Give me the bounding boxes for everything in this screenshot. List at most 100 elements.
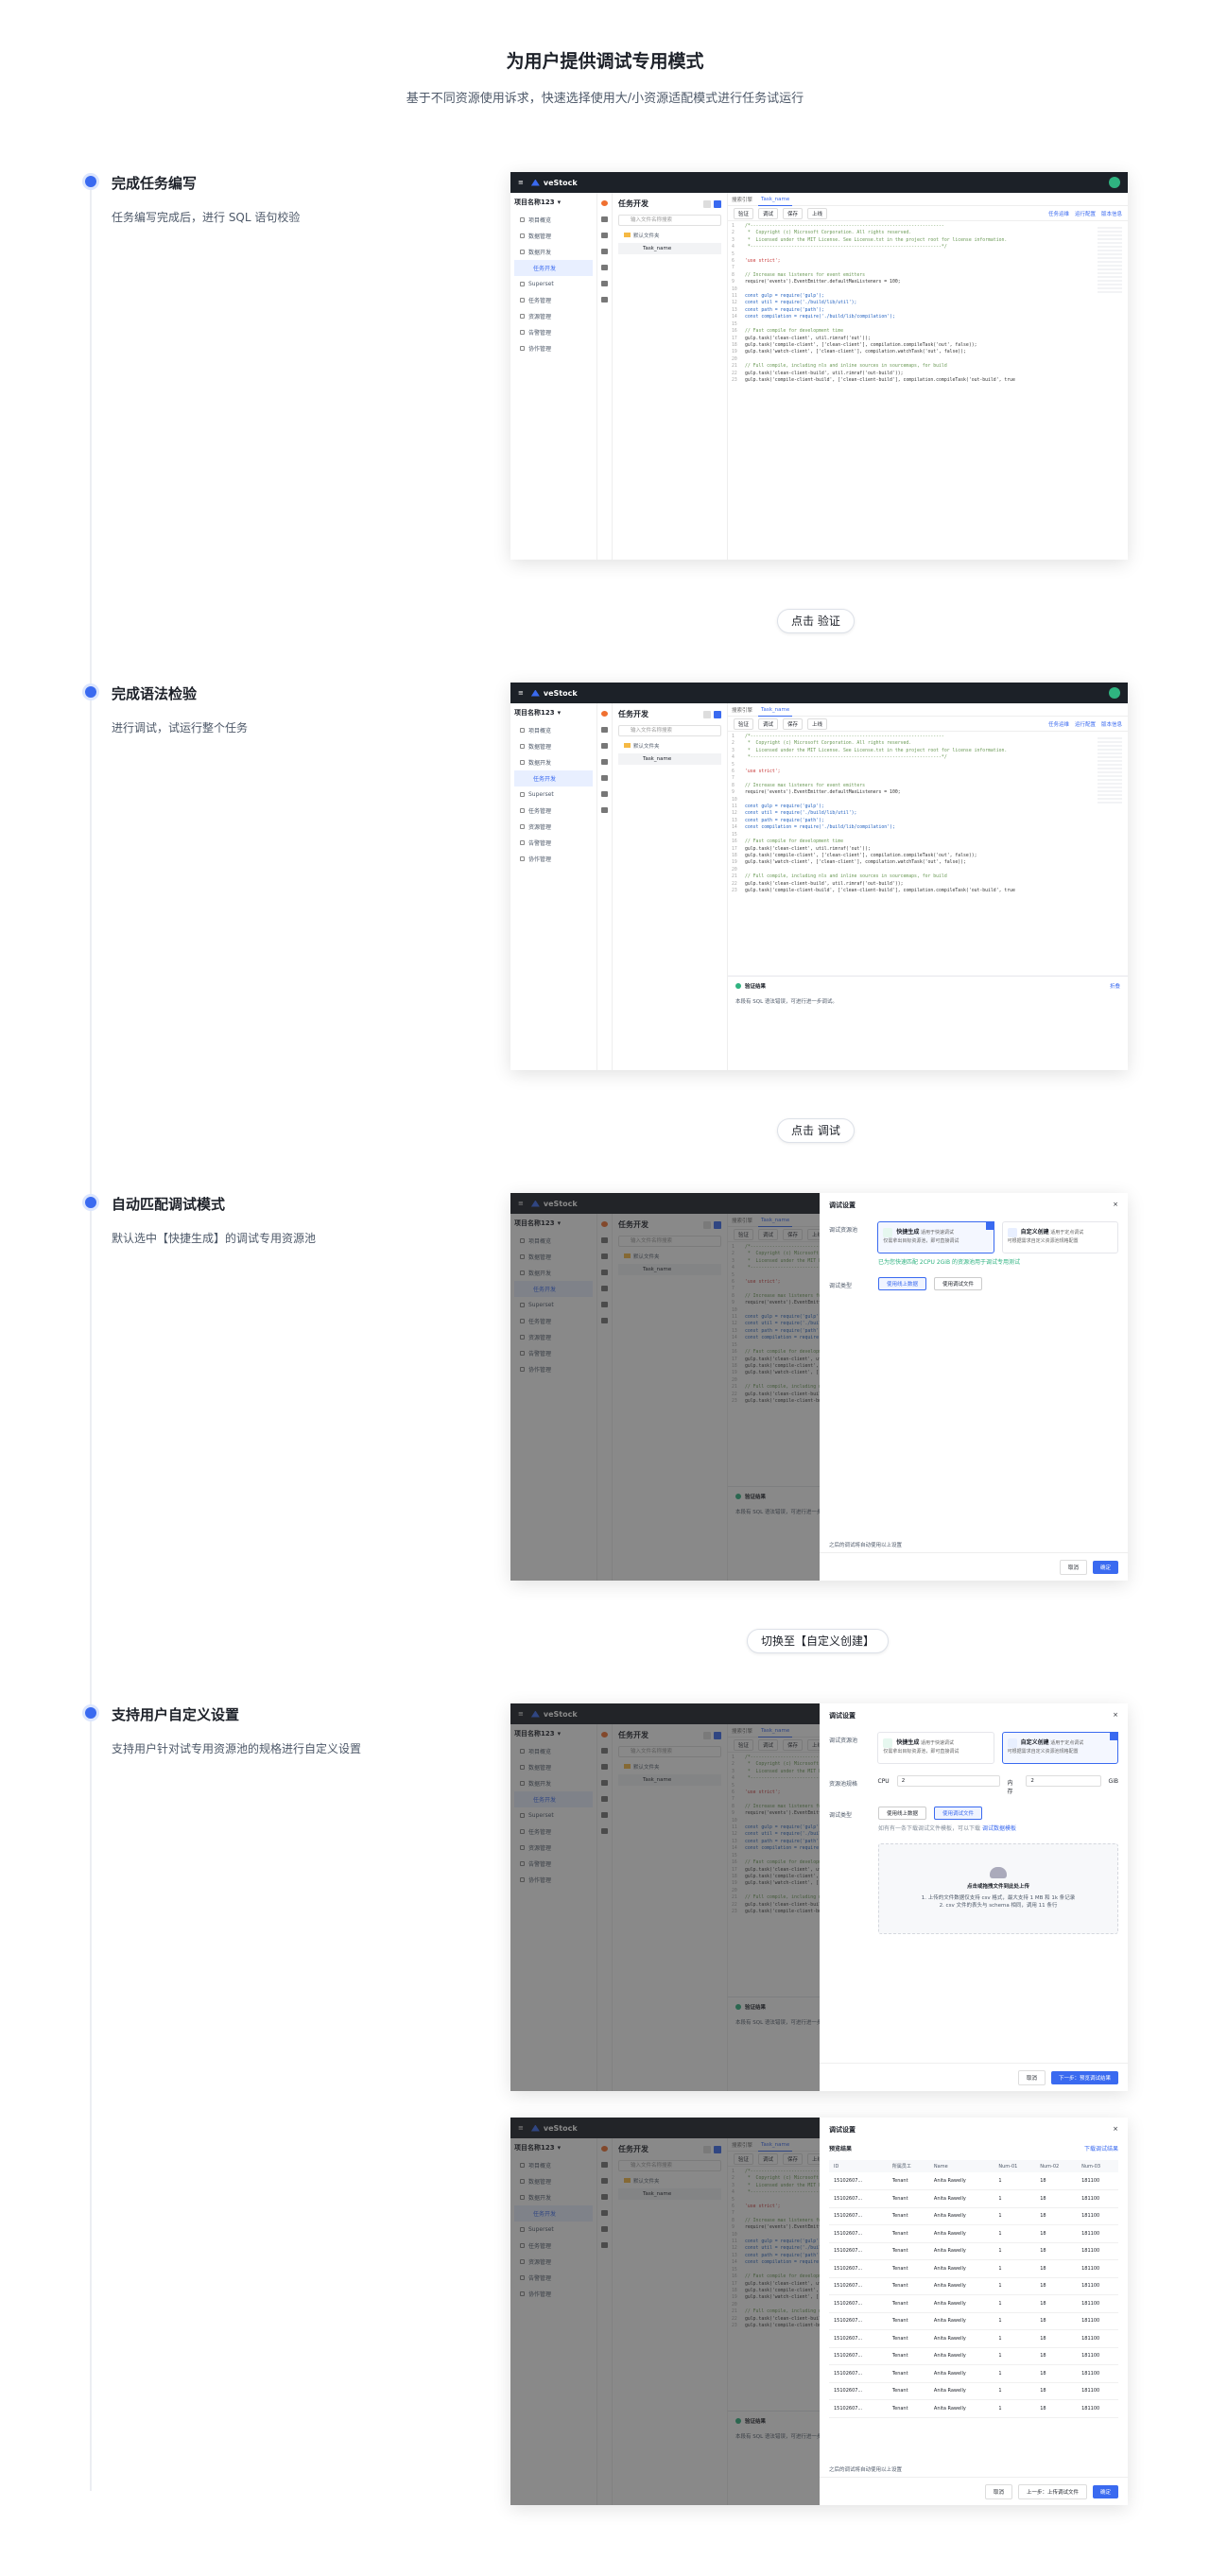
quick-card[interactable]: 快捷生成 适用于快速调试 仅需拿出目标资源池，即可直接调试 (877, 1221, 995, 1253)
code-line: 21 // Full compile, including nls and inl… (732, 363, 1090, 370)
function-icon[interactable] (601, 249, 608, 254)
download-button[interactable]: 下载调试结果 (1084, 2144, 1118, 2152)
type-online-button[interactable]: 使用线上数据 (878, 1277, 927, 1290)
add-icon[interactable] (714, 710, 721, 718)
upload-area[interactable]: 点击或拖拽文件到此处上传 1. 上传的文件数据仅支持 csv 格式，最大支持 1 … (878, 1843, 1118, 1934)
menu-icon[interactable]: ≡ (518, 689, 524, 697)
table-icon[interactable] (601, 233, 608, 238)
nav-item[interactable]: 资源管理 (514, 308, 593, 324)
type-file-button[interactable]: 使用调试文件 (934, 1807, 983, 1820)
code-line: 22 gulp.task('clean-client-build', util.r… (732, 881, 1090, 888)
nav-item[interactable]: 项目概览 (514, 212, 593, 228)
code-editor[interactable]: 1 /*-------------------------------------… (732, 734, 1090, 894)
close-icon[interactable]: × (1113, 1711, 1118, 1720)
code-editor[interactable]: 1 /*-------------------------------------… (732, 223, 1090, 384)
folder-icon[interactable] (601, 727, 608, 733)
toolbar-button[interactable]: 上线 (807, 207, 828, 219)
tab-task[interactable]: Task_name (758, 193, 793, 206)
custom-card[interactable]: 自定义创建 适用于定点调试 可根据需求自定义资源池规格配置 (1001, 1221, 1118, 1253)
toolbar-link[interactable]: 运行配置 (1075, 720, 1096, 728)
nav-item[interactable]: 任务管理 (514, 803, 593, 819)
nav-item[interactable]: Superset (514, 276, 593, 292)
avatar[interactable] (1109, 687, 1120, 699)
cpu-input[interactable]: 2 (896, 1775, 1000, 1787)
toolbar-link[interactable]: 版本信息 (1101, 210, 1122, 217)
tab-task[interactable]: Task_name (758, 703, 793, 717)
table-icon[interactable] (601, 743, 608, 749)
confirm-button[interactable]: 确定 (1092, 2484, 1118, 2498)
editor-toolbar: 验证调试保存上线 任务运维运行配置版本信息 (728, 717, 1128, 732)
toolbar-link[interactable]: 版本信息 (1101, 720, 1122, 728)
toolbar-button[interactable]: 上线 (807, 717, 828, 730)
nav-item[interactable]: 项目概览 (514, 722, 593, 738)
confirm-button[interactable]: 确定 (1092, 1560, 1118, 1574)
nav-item[interactable]: 数据开发 (514, 754, 593, 770)
nav-label: Superset (528, 791, 554, 798)
toolbar-button[interactable]: 保存 (783, 207, 804, 219)
next-button[interactable]: 下一步：预览调试结果 (1050, 2070, 1118, 2084)
filter-icon[interactable] (703, 710, 711, 718)
folder-icon[interactable] (601, 216, 608, 222)
tab-engine[interactable]: 搜索引擎 (732, 706, 752, 714)
tree-file[interactable]: Task_name (618, 753, 721, 765)
project-selector[interactable]: 项目名称123▾ (514, 708, 593, 717)
nav-item[interactable]: 告警管理 (514, 324, 593, 340)
toolbar-link[interactable]: 任务运维 (1048, 210, 1069, 217)
nav-item[interactable]: 任务开发 (514, 770, 593, 787)
nav-item[interactable]: 资源管理 (514, 819, 593, 835)
close-icon[interactable]: × (1113, 1201, 1118, 1210)
cancel-button[interactable]: 取消 (1059, 1559, 1087, 1575)
task-icon[interactable] (601, 200, 608, 206)
table-cell: 181100 (1077, 2189, 1118, 2208)
toolbar-button[interactable]: 调试 (758, 207, 779, 219)
prev-button[interactable]: 上一步：上传调试文件 (1017, 2483, 1087, 2499)
toolbar-button[interactable]: 保存 (783, 717, 804, 730)
tree-folder[interactable]: 默认文件夹 (618, 742, 721, 750)
tab-engine[interactable]: 搜索引擎 (732, 196, 752, 203)
menu-icon[interactable]: ≡ (518, 179, 524, 186)
function-icon[interactable] (601, 759, 608, 765)
nav-item[interactable]: Superset (514, 787, 593, 803)
cancel-button[interactable]: 取消 (984, 2483, 1012, 2499)
cloud-icon[interactable] (601, 775, 608, 781)
tool-icon[interactable] (601, 297, 608, 303)
tree-folder[interactable]: 默认文件夹 (618, 232, 721, 239)
nav-item[interactable]: 协作管理 (514, 851, 593, 867)
nav-item[interactable]: 数据管理 (514, 738, 593, 754)
app-screenshot: ≡veStock 项目名称123▾项目概览数据管理数据开发任务开发Superse… (510, 2118, 1128, 2505)
toolbar-link[interactable]: 任务运维 (1048, 720, 1069, 728)
nav-label: 数据管理 (528, 744, 552, 751)
project-selector[interactable]: 项目名称123▾ (514, 198, 593, 207)
cloud-icon[interactable] (601, 265, 608, 270)
settings-icon[interactable] (601, 791, 608, 797)
tool-icon[interactable] (601, 807, 608, 813)
toolbar-button[interactable]: 调试 (758, 717, 779, 730)
nav-item[interactable]: 数据开发 (514, 244, 593, 260)
type-file-button[interactable]: 使用调试文件 (934, 1277, 983, 1290)
table-cell: Tenant (887, 2364, 929, 2383)
nav-item[interactable]: 任务管理 (514, 292, 593, 308)
toolbar-button[interactable]: 验证 (734, 207, 754, 219)
search-input[interactable]: 输入文件名称搜索 (618, 215, 721, 226)
search-input[interactable]: 输入文件名称搜索 (618, 725, 721, 736)
custom-card[interactable]: 自定义创建 适用于定点调试 可根据需求自定义资源池规格配置 (1001, 1732, 1119, 1764)
add-icon[interactable] (714, 199, 721, 208)
collapse-button[interactable]: 折叠 (1110, 982, 1120, 990)
avatar[interactable] (1109, 177, 1120, 188)
nav-item[interactable]: 任务开发 (514, 260, 593, 276)
close-icon[interactable]: × (1113, 2125, 1118, 2135)
template-link[interactable]: 调试数据模板 (982, 1825, 1016, 1832)
mem-input[interactable]: 2 (1026, 1775, 1101, 1787)
toolbar-button[interactable]: 验证 (734, 717, 754, 730)
type-online-button[interactable]: 使用线上数据 (878, 1807, 927, 1820)
nav-item[interactable]: 告警管理 (514, 835, 593, 851)
task-icon[interactable] (601, 711, 608, 717)
settings-icon[interactable] (601, 281, 608, 286)
cancel-button[interactable]: 取消 (1017, 2069, 1046, 2085)
nav-item[interactable]: 协作管理 (514, 340, 593, 356)
toolbar-link[interactable]: 运行配置 (1075, 210, 1096, 217)
quick-card[interactable]: 快捷生成 适用于快速调试 仅需拿出目标资源池，即可直接调试 (877, 1732, 994, 1764)
tree-file[interactable]: Task_name (618, 243, 721, 254)
filter-icon[interactable] (703, 199, 711, 208)
nav-item[interactable]: 数据管理 (514, 228, 593, 244)
